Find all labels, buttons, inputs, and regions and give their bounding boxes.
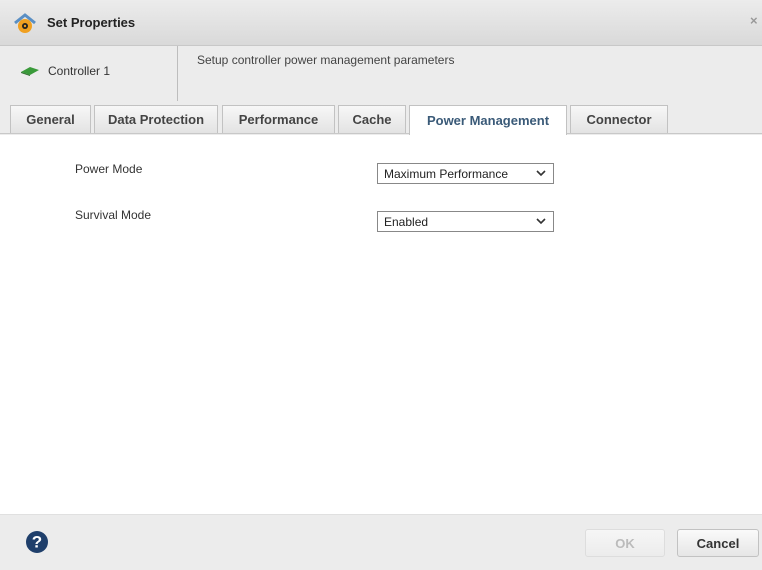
controller-item: Controller 1: [20, 64, 110, 78]
controller-label: Controller 1: [48, 64, 111, 78]
chevron-down-icon: [536, 170, 546, 177]
tab-connector[interactable]: Connector: [570, 105, 668, 133]
chevron-down-icon: [536, 218, 546, 225]
power-mode-select[interactable]: Maximum Performance: [377, 163, 554, 184]
survival-mode-label: Survival Mode: [75, 208, 152, 222]
tab-cache[interactable]: Cache: [338, 105, 406, 133]
gear-properties-icon: [14, 13, 36, 33]
power-mode-label: Power Mode: [75, 162, 143, 176]
survival-mode-value: Enabled: [384, 215, 429, 229]
tab-bar-baseline: [0, 133, 762, 134]
svg-text:?: ?: [32, 533, 42, 552]
tab-power-management[interactable]: Power Management: [409, 105, 567, 135]
power-mode-value: Maximum Performance: [384, 167, 509, 181]
tab-bar: General Data Protection Performance Cach…: [0, 101, 762, 135]
survival-mode-select[interactable]: Enabled: [377, 211, 554, 232]
dialog-subheader: Controller 1 Setup controller power mana…: [0, 46, 762, 101]
controller-card-icon: [21, 67, 39, 76]
tab-data-protection[interactable]: Data Protection: [94, 105, 218, 133]
subheader-divider: [177, 46, 178, 101]
dialog-title: Set Properties: [47, 15, 136, 30]
tab-performance[interactable]: Performance: [222, 105, 335, 133]
help-icon[interactable]: ?: [25, 530, 49, 554]
close-icon[interactable]: ×: [750, 13, 758, 28]
cancel-button[interactable]: Cancel: [677, 529, 759, 557]
dialog-titlebar: Set Properties ×: [0, 0, 762, 46]
page-description: Setup controller power management parame…: [197, 53, 455, 67]
dialog-footer: ? OK Cancel: [0, 514, 762, 570]
ok-button[interactable]: OK: [585, 529, 665, 557]
tab-general[interactable]: General: [10, 105, 91, 133]
